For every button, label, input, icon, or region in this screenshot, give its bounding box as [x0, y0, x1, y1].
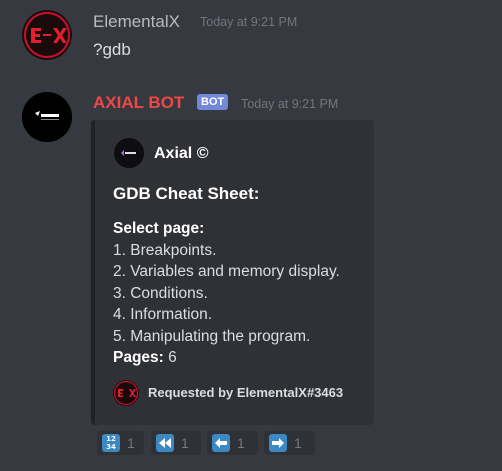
axial-author-icon	[114, 138, 144, 168]
pages-value: 6	[163, 349, 177, 366]
reaction-count: 1	[294, 435, 302, 451]
axial-logo-icon	[22, 92, 72, 142]
page-item-2: 2. Variables and memory display.	[113, 263, 340, 280]
embed-author-name[interactable]: Axial ©	[154, 145, 208, 163]
username[interactable]: ElementalX	[93, 12, 180, 32]
page-item-4: 4. Information.	[113, 306, 213, 323]
reaction-input-numbers[interactable]: 12 34 1	[97, 431, 144, 455]
reaction-count: 1	[237, 435, 245, 451]
embed-footer-text: Requested by ElementalX#3463	[148, 385, 344, 400]
elementalx-logo-icon	[22, 10, 72, 60]
input-numbers-icon: 12 34	[102, 434, 120, 452]
footer-avatar-icon	[113, 380, 139, 406]
pages-label: Pages:	[113, 349, 164, 366]
rewind-icon	[156, 434, 174, 452]
bot-tag: BOT	[197, 94, 229, 110]
timestamp: Today at 9:21 PM	[241, 97, 339, 111]
arrow-left-icon	[212, 434, 230, 452]
avatar-axial-bot[interactable]	[22, 92, 72, 142]
reaction-rewind[interactable]: 1	[151, 431, 201, 455]
reaction-count: 1	[181, 435, 189, 451]
reaction-arrow-right[interactable]: 1	[264, 431, 315, 455]
embed: Axial © GDB Cheat Sheet: Select page: 1.…	[91, 120, 374, 425]
select-page-label: Select page:	[113, 220, 205, 237]
avatar-elementalx[interactable]	[22, 10, 72, 60]
reaction-arrow-left[interactable]: 1	[207, 431, 258, 455]
page-item-5: 5. Manipulating the program.	[113, 327, 311, 345]
message-content: ?gdb	[93, 40, 131, 59]
message-elementalx: ElementalX Today at 9:21 PM ?gdb	[0, 0, 502, 80]
arrow-right-icon	[269, 434, 287, 452]
bot-username[interactable]: AXIAL BOT	[93, 93, 184, 113]
timestamp: Today at 9:21 PM	[200, 15, 298, 29]
reaction-count: 1	[127, 435, 135, 451]
page-item-3: 3. Conditions.	[113, 284, 208, 302]
embed-description: Select page: 1. Breakpoints. 2. Variable…	[113, 218, 340, 369]
embed-title: GDB Cheat Sheet:	[113, 184, 260, 203]
page-item-1: 1. Breakpoints.	[113, 241, 217, 259]
